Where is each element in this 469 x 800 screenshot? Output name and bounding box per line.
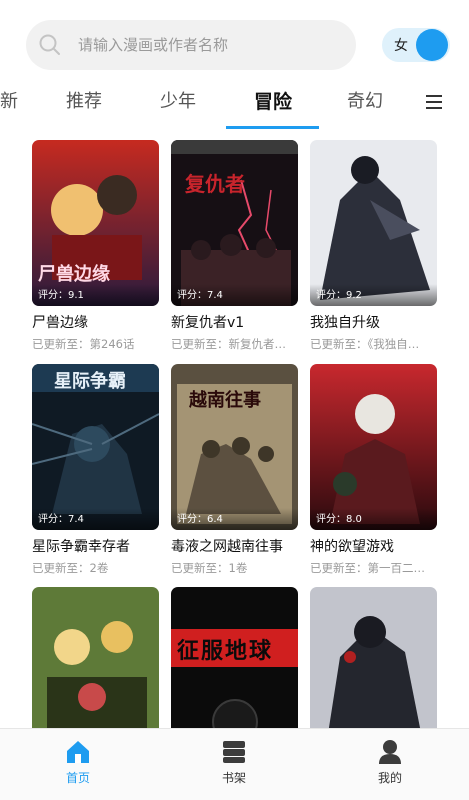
- tab-adventure[interactable]: 冒险: [233, 86, 313, 126]
- search-icon: [39, 34, 60, 55]
- nav-bookshelf-label: 书架: [221, 771, 246, 785]
- active-tab-indicator: [226, 126, 319, 129]
- comic-title: 新复仇者v1: [171, 315, 245, 331]
- comic-card[interactable]: [310, 587, 437, 730]
- rating-badge: 评分：8.0: [310, 508, 437, 530]
- comic-cover: 越南往事 评分：6.4: [171, 364, 298, 530]
- comic-update: 已更新至：《我独自…: [310, 337, 420, 351]
- tab-shounen[interactable]: 少年: [138, 86, 218, 126]
- comic-title: 星际争霸幸存者: [32, 539, 130, 555]
- comic-cover: 征服地球: [171, 587, 298, 730]
- nav-home-label: 首页: [65, 771, 90, 785]
- bookshelf-icon: [223, 741, 245, 763]
- tab-new[interactable]: 新: [0, 86, 18, 126]
- header: 女: [0, 0, 469, 86]
- comic-cover: [310, 587, 437, 730]
- rating-badge: 评分：7.4: [32, 508, 159, 530]
- rating-badge: 评分：9.2: [310, 284, 437, 306]
- gender-toggle[interactable]: 女: [382, 28, 450, 62]
- bottom-navigation: 首页 书架 我的: [0, 728, 469, 800]
- comic-card[interactable]: 越南往事 评分：6.4 毒液之网越南往事 已更新至：1卷: [171, 364, 298, 576]
- rating-badge: 评分：7.4: [171, 284, 298, 306]
- comic-cover: 评分：8.0: [310, 364, 437, 530]
- nav-profile-label: 我的: [377, 771, 402, 785]
- comic-title: 我独自升级: [310, 315, 380, 331]
- home-icon: [67, 741, 89, 763]
- comic-card[interactable]: 评分：9.2 我独自升级 已更新至：《我独自…: [310, 140, 437, 352]
- comic-card[interactable]: 星际争霸 评分：7.4 星际争霸幸存者 已更新至：2卷: [32, 364, 159, 576]
- rating-badge: 评分：6.4: [171, 508, 298, 530]
- comic-cover: [32, 587, 159, 730]
- comic-cover: 尸兽边缘 评分：9.1: [32, 140, 159, 306]
- comic-title: 神的欲望游戏: [310, 539, 394, 555]
- tab-fantasy[interactable]: 奇幻: [325, 86, 405, 126]
- gender-toggle-label: 女: [394, 38, 408, 54]
- tab-recommend[interactable]: 推荐: [44, 86, 124, 126]
- comic-grid: 尸兽边缘 评分：9.1 尸兽边缘 已更新至：第246话 复仇者 评分：7.4 新…: [0, 140, 469, 730]
- comic-update: 已更新至：1卷: [171, 561, 248, 575]
- comic-cover: 评分：9.2: [310, 140, 437, 306]
- menu-icon[interactable]: [424, 92, 444, 112]
- cover-title: 复仇者: [185, 172, 245, 196]
- cover-title: 越南往事: [189, 390, 261, 411]
- comic-card[interactable]: [32, 587, 159, 730]
- comic-update: 已更新至：第一百二…: [310, 561, 425, 575]
- comic-update: 已更新至：新复仇者…: [171, 337, 286, 351]
- nav-bookshelf[interactable]: 书架: [194, 739, 274, 786]
- comic-card[interactable]: 评分：8.0 神的欲望游戏 已更新至：第一百二…: [310, 364, 437, 576]
- nav-home[interactable]: 首页: [38, 739, 118, 786]
- nav-profile[interactable]: 我的: [350, 739, 430, 786]
- search-input[interactable]: [78, 20, 348, 70]
- comic-title: 尸兽边缘: [32, 315, 88, 331]
- cover-title: 尸兽边缘: [38, 264, 110, 285]
- rating-badge: 评分：9.1: [32, 284, 159, 306]
- profile-icon: [379, 740, 401, 764]
- cover-title: 星际争霸: [54, 371, 126, 392]
- comic-cover: 复仇者 评分：7.4: [171, 140, 298, 306]
- toggle-knob: [416, 29, 448, 61]
- comic-cover: 星际争霸 评分：7.4: [32, 364, 159, 530]
- comic-title: 毒液之网越南往事: [171, 539, 283, 555]
- comic-card[interactable]: 复仇者 评分：7.4 新复仇者v1 已更新至：新复仇者…: [171, 140, 298, 352]
- comic-update: 已更新至：第246话: [32, 337, 135, 351]
- search-bar[interactable]: [26, 20, 356, 70]
- comic-update: 已更新至：2卷: [32, 561, 109, 575]
- cover-title: 征服地球: [177, 639, 274, 664]
- comic-card[interactable]: 征服地球: [171, 587, 298, 730]
- category-tabs: 新 推荐 少年 冒险 奇幻: [0, 86, 469, 134]
- comic-card[interactable]: 尸兽边缘 评分：9.1 尸兽边缘 已更新至：第246话: [32, 140, 159, 352]
